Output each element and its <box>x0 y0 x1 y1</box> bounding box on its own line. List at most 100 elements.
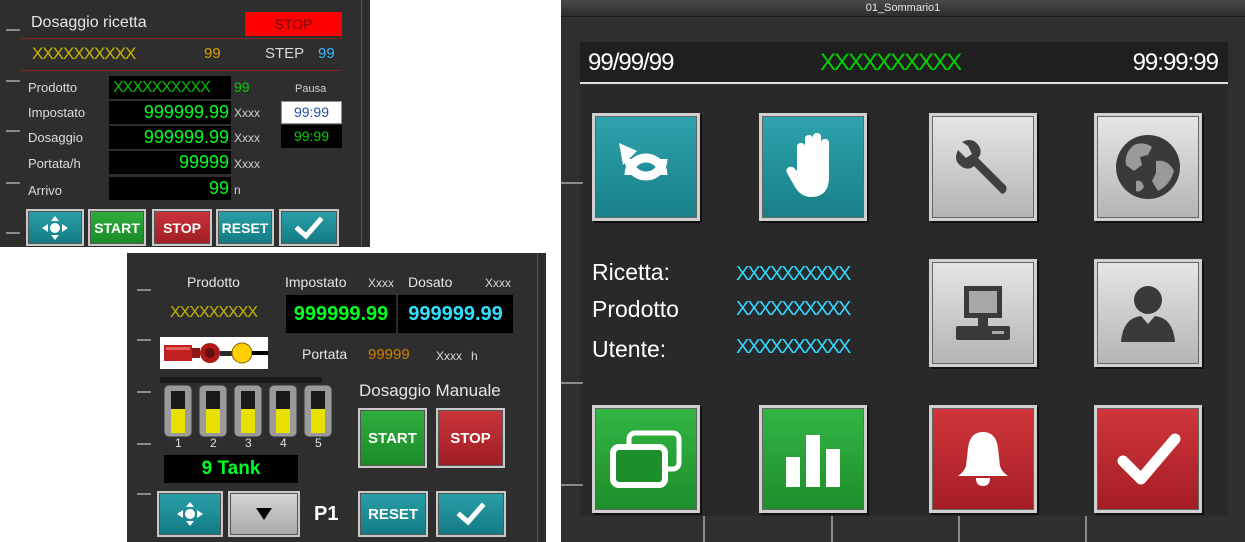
impostato-value[interactable]: 999999.99 <box>286 295 396 333</box>
reset-button[interactable]: RESET <box>358 491 428 537</box>
panel-tick <box>6 232 20 234</box>
pausa-actual-value: 99:99 <box>281 125 342 148</box>
recipe-counter: 99 <box>204 45 221 62</box>
dosato-value: 999999.99 <box>398 295 513 333</box>
tank-number: 5 <box>315 436 322 450</box>
impostato-label: Impostato <box>28 105 86 120</box>
divider <box>20 38 342 39</box>
header-text: XXXXXXXXXX <box>820 49 962 76</box>
dosaggio-unit: Xxxx <box>234 131 261 145</box>
impostato-value: 999999.99 <box>109 101 231 124</box>
navigation-button[interactable] <box>26 209 84 246</box>
panel-tick <box>561 382 583 384</box>
impostato-unit: Xxxx <box>368 276 395 290</box>
statistics-button[interactable] <box>759 405 867 513</box>
tank-4 <box>268 384 298 438</box>
prodotto-extra: 99 <box>234 79 250 95</box>
step-label: STEP <box>265 45 305 62</box>
dropdown-button[interactable] <box>228 491 300 537</box>
tank-number: 2 <box>210 436 217 450</box>
prodotto-value: XXXXXXXXXX <box>736 298 851 320</box>
panel-tick <box>137 443 151 445</box>
utente-label: Utente: <box>592 336 667 362</box>
panel-tick <box>6 80 20 82</box>
pump-icon <box>164 342 268 364</box>
section-title: Dosaggio Manuale <box>359 381 501 400</box>
wrench-icon <box>956 140 1007 194</box>
reset-button[interactable]: RESET <box>216 209 274 246</box>
panel-tick <box>137 391 151 393</box>
settings-button[interactable] <box>929 113 1037 221</box>
portata-label: Portata/h <box>28 156 81 171</box>
prodotto-label: Prodotto <box>28 80 78 95</box>
panel-tick <box>958 516 960 542</box>
alarms-button[interactable] <box>929 405 1037 513</box>
globe-icon <box>1116 135 1180 199</box>
dosaggio-label: Dosaggio <box>28 130 83 145</box>
portata-value: 99999 <box>109 151 231 174</box>
user-icon <box>1121 286 1175 342</box>
bell-icon <box>958 432 1008 486</box>
portata-unit-h: h <box>471 349 478 363</box>
checkmark-icon <box>456 502 486 526</box>
dosato-label: Dosato <box>408 274 453 290</box>
move-arrows-icon <box>177 502 203 526</box>
panel-tick <box>6 29 20 31</box>
panel-tick <box>6 130 20 132</box>
panel-tick <box>6 182 20 184</box>
panel-tick <box>703 516 705 542</box>
impostato-unit: Xxxx <box>234 106 261 120</box>
arrivo-value: 99 <box>109 177 231 200</box>
language-button[interactable] <box>1094 113 1202 221</box>
cycle-icon <box>619 143 668 181</box>
arrivo-label: Arrivo <box>28 183 62 198</box>
navigation-button[interactable] <box>157 491 223 537</box>
stop-button[interactable]: STOP <box>436 408 505 468</box>
portata-unit: Xxxx <box>234 157 261 171</box>
recipe-name: XXXXXXXXXX <box>32 44 136 63</box>
stop-button[interactable]: STOP <box>152 209 212 246</box>
tank-number: 4 <box>280 436 287 450</box>
computer-button[interactable] <box>929 259 1037 367</box>
bar-chart-icon <box>786 435 840 487</box>
triangle-down-icon <box>256 508 272 520</box>
user-button[interactable] <box>1094 259 1202 367</box>
dosaggio-manuale-panel: Prodotto Impostato Xxxx Dosato Xxxx XXXX… <box>127 253 546 542</box>
confirm-button[interactable] <box>436 491 506 537</box>
pausa-label: Pausa <box>295 83 327 95</box>
confirm-button[interactable] <box>279 209 339 246</box>
panel-tick <box>1085 516 1087 542</box>
panel-tick <box>137 493 151 495</box>
cycle-button[interactable] <box>592 113 700 221</box>
computer-icon <box>956 286 1010 340</box>
start-button[interactable]: START <box>88 209 146 246</box>
dosaggio-value: 999999.99 <box>109 126 231 149</box>
manual-button[interactable] <box>759 113 867 221</box>
move-arrows-icon <box>42 215 68 240</box>
panel-tick <box>561 182 583 184</box>
time-display: 99:99:99 <box>1132 49 1219 76</box>
step-value: 99 <box>318 45 335 62</box>
panel-border <box>361 0 362 247</box>
arrivo-unit: n <box>234 183 241 197</box>
checkmark-icon <box>295 215 323 240</box>
tank-number: 1 <box>175 436 182 450</box>
hand-icon <box>786 133 829 197</box>
tank-1 <box>163 384 193 438</box>
start-button[interactable]: START <box>358 408 427 468</box>
window-title: 01_Sommario1 <box>561 0 1245 17</box>
windows-icon <box>610 430 682 488</box>
panel-tick <box>561 484 583 486</box>
pump-indicator <box>160 337 268 369</box>
prodotto-value: XXXXXXXXXX <box>109 76 231 99</box>
prodotto-label: Prodotto <box>592 296 679 322</box>
divider <box>20 70 342 71</box>
page-label: P1 <box>314 503 339 525</box>
dosato-unit: Xxxx <box>485 276 512 290</box>
tank-count: 9 Tank <box>164 455 298 483</box>
windows-button[interactable] <box>592 405 700 513</box>
ricetta-value: XXXXXXXXXX <box>736 263 851 285</box>
portata-unit: Xxxx <box>436 349 463 363</box>
pausa-set-input[interactable]: 99:99 <box>281 101 342 124</box>
confirm-button[interactable] <box>1094 405 1202 513</box>
